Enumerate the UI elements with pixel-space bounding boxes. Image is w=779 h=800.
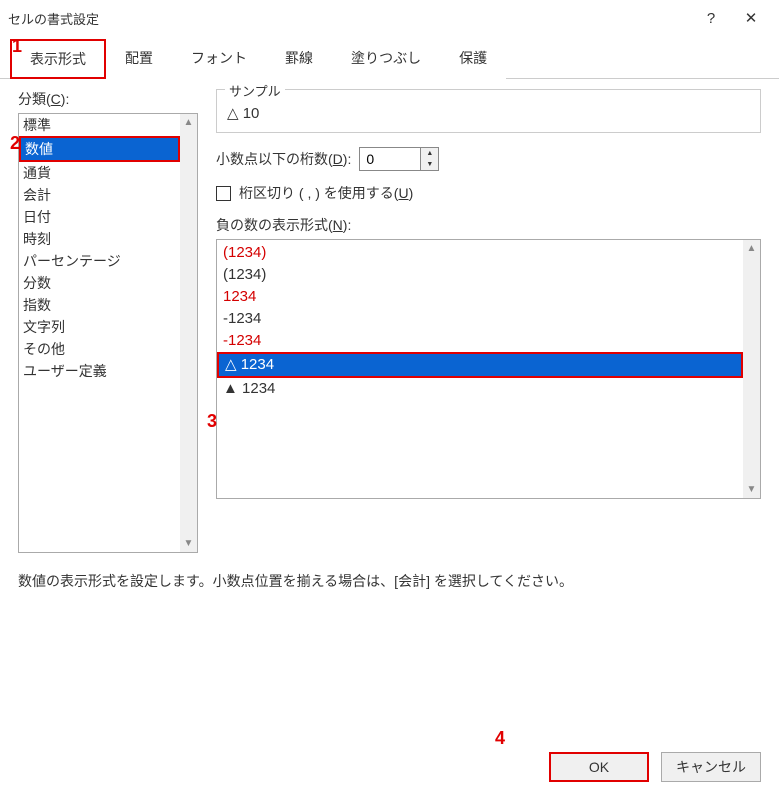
- decimal-spinner[interactable]: ▲ ▼: [359, 147, 439, 171]
- category-label: 分類(C):: [18, 89, 198, 109]
- category-item-standard[interactable]: 標準: [19, 114, 180, 136]
- decimal-row: 小数点以下の桁数(D): ▲ ▼: [216, 147, 761, 171]
- tab-border[interactable]: 罫線: [266, 39, 332, 79]
- scroll-up-icon[interactable]: ▲: [743, 240, 760, 257]
- category-item-time[interactable]: 時刻: [19, 228, 180, 250]
- tab-alignment[interactable]: 配置: [106, 39, 172, 79]
- category-item-other[interactable]: その他: [19, 338, 180, 360]
- scroll-up-icon[interactable]: ▲: [180, 114, 197, 131]
- negative-label: 負の数の表示形式(N):: [216, 215, 761, 235]
- spinner-up-icon[interactable]: ▲: [421, 148, 438, 159]
- category-item-accounting[interactable]: 会計: [19, 184, 180, 206]
- annotation-3: 3: [207, 411, 217, 432]
- annotation-2: 2: [10, 133, 20, 154]
- scroll-track[interactable]: [743, 257, 760, 481]
- tab-protection[interactable]: 保護: [440, 39, 506, 79]
- thousands-label: 桁区切り ( , ) を使用する(U): [239, 183, 413, 203]
- negative-item-4[interactable]: -1234: [217, 330, 743, 352]
- sample-value: △ 10: [227, 104, 750, 122]
- help-text: 数値の表示形式を設定します。小数点位置を揃える場合は、[会計] を選択してくださ…: [0, 553, 779, 591]
- scroll-down-icon[interactable]: ▼: [743, 481, 760, 498]
- category-item-scientific[interactable]: 指数: [19, 294, 180, 316]
- category-list[interactable]: 標準 数値 通貨 会計 日付 時刻 パーセンテージ 分数 指数 文字列 その他 …: [18, 113, 198, 553]
- negative-item-0[interactable]: (1234): [217, 242, 743, 264]
- close-button[interactable]: ✕: [731, 4, 771, 32]
- negative-item-3[interactable]: -1234: [217, 308, 743, 330]
- category-item-percentage[interactable]: パーセンテージ: [19, 250, 180, 272]
- decimal-input[interactable]: [360, 148, 420, 170]
- scroll-down-icon[interactable]: ▼: [180, 535, 197, 552]
- footer: OK キャンセル: [549, 752, 761, 782]
- category-item-custom[interactable]: ユーザー定義: [19, 360, 180, 382]
- negative-item-6[interactable]: ▲ 1234: [217, 378, 743, 400]
- category-item-fraction[interactable]: 分数: [19, 272, 180, 294]
- ok-button[interactable]: OK: [549, 752, 649, 782]
- tab-fill[interactable]: 塗りつぶし: [332, 39, 440, 79]
- negative-item-2[interactable]: 1234: [217, 286, 743, 308]
- category-scrollbar[interactable]: ▲ ▼: [180, 114, 197, 552]
- negative-item-1[interactable]: (1234): [217, 264, 743, 286]
- negative-item-5[interactable]: △ 1234: [217, 352, 743, 378]
- annotation-1: 1: [12, 36, 22, 57]
- tab-font[interactable]: フォント: [172, 39, 266, 79]
- annotation-4: 4: [495, 728, 505, 749]
- tab-number-format[interactable]: 表示形式: [10, 39, 106, 79]
- category-item-text[interactable]: 文字列: [19, 316, 180, 338]
- thousands-row: 桁区切り ( , ) を使用する(U): [216, 183, 761, 203]
- spinner-down-icon[interactable]: ▼: [421, 159, 438, 170]
- sample-fieldset: サンプル △ 10: [216, 89, 761, 133]
- tab-bar: 表示形式 配置 フォント 罫線 塗りつぶし 保護: [0, 38, 779, 79]
- negative-format-list[interactable]: (1234) (1234) 1234 -1234 -1234 △ 1234 ▲ …: [216, 239, 761, 499]
- decimal-label: 小数点以下の桁数(D):: [216, 149, 351, 169]
- cancel-button[interactable]: キャンセル: [661, 752, 761, 782]
- thousands-checkbox[interactable]: [216, 186, 231, 201]
- category-item-currency[interactable]: 通貨: [19, 162, 180, 184]
- category-item-number[interactable]: 数値: [19, 136, 180, 162]
- window-title: セルの書式設定: [8, 9, 691, 28]
- negative-scrollbar[interactable]: ▲ ▼: [743, 240, 760, 498]
- titlebar: セルの書式設定 ? ✕: [0, 0, 779, 34]
- category-item-date[interactable]: 日付: [19, 206, 180, 228]
- scroll-track[interactable]: [180, 131, 197, 535]
- sample-legend: サンプル: [225, 81, 285, 100]
- help-button[interactable]: ?: [691, 4, 731, 32]
